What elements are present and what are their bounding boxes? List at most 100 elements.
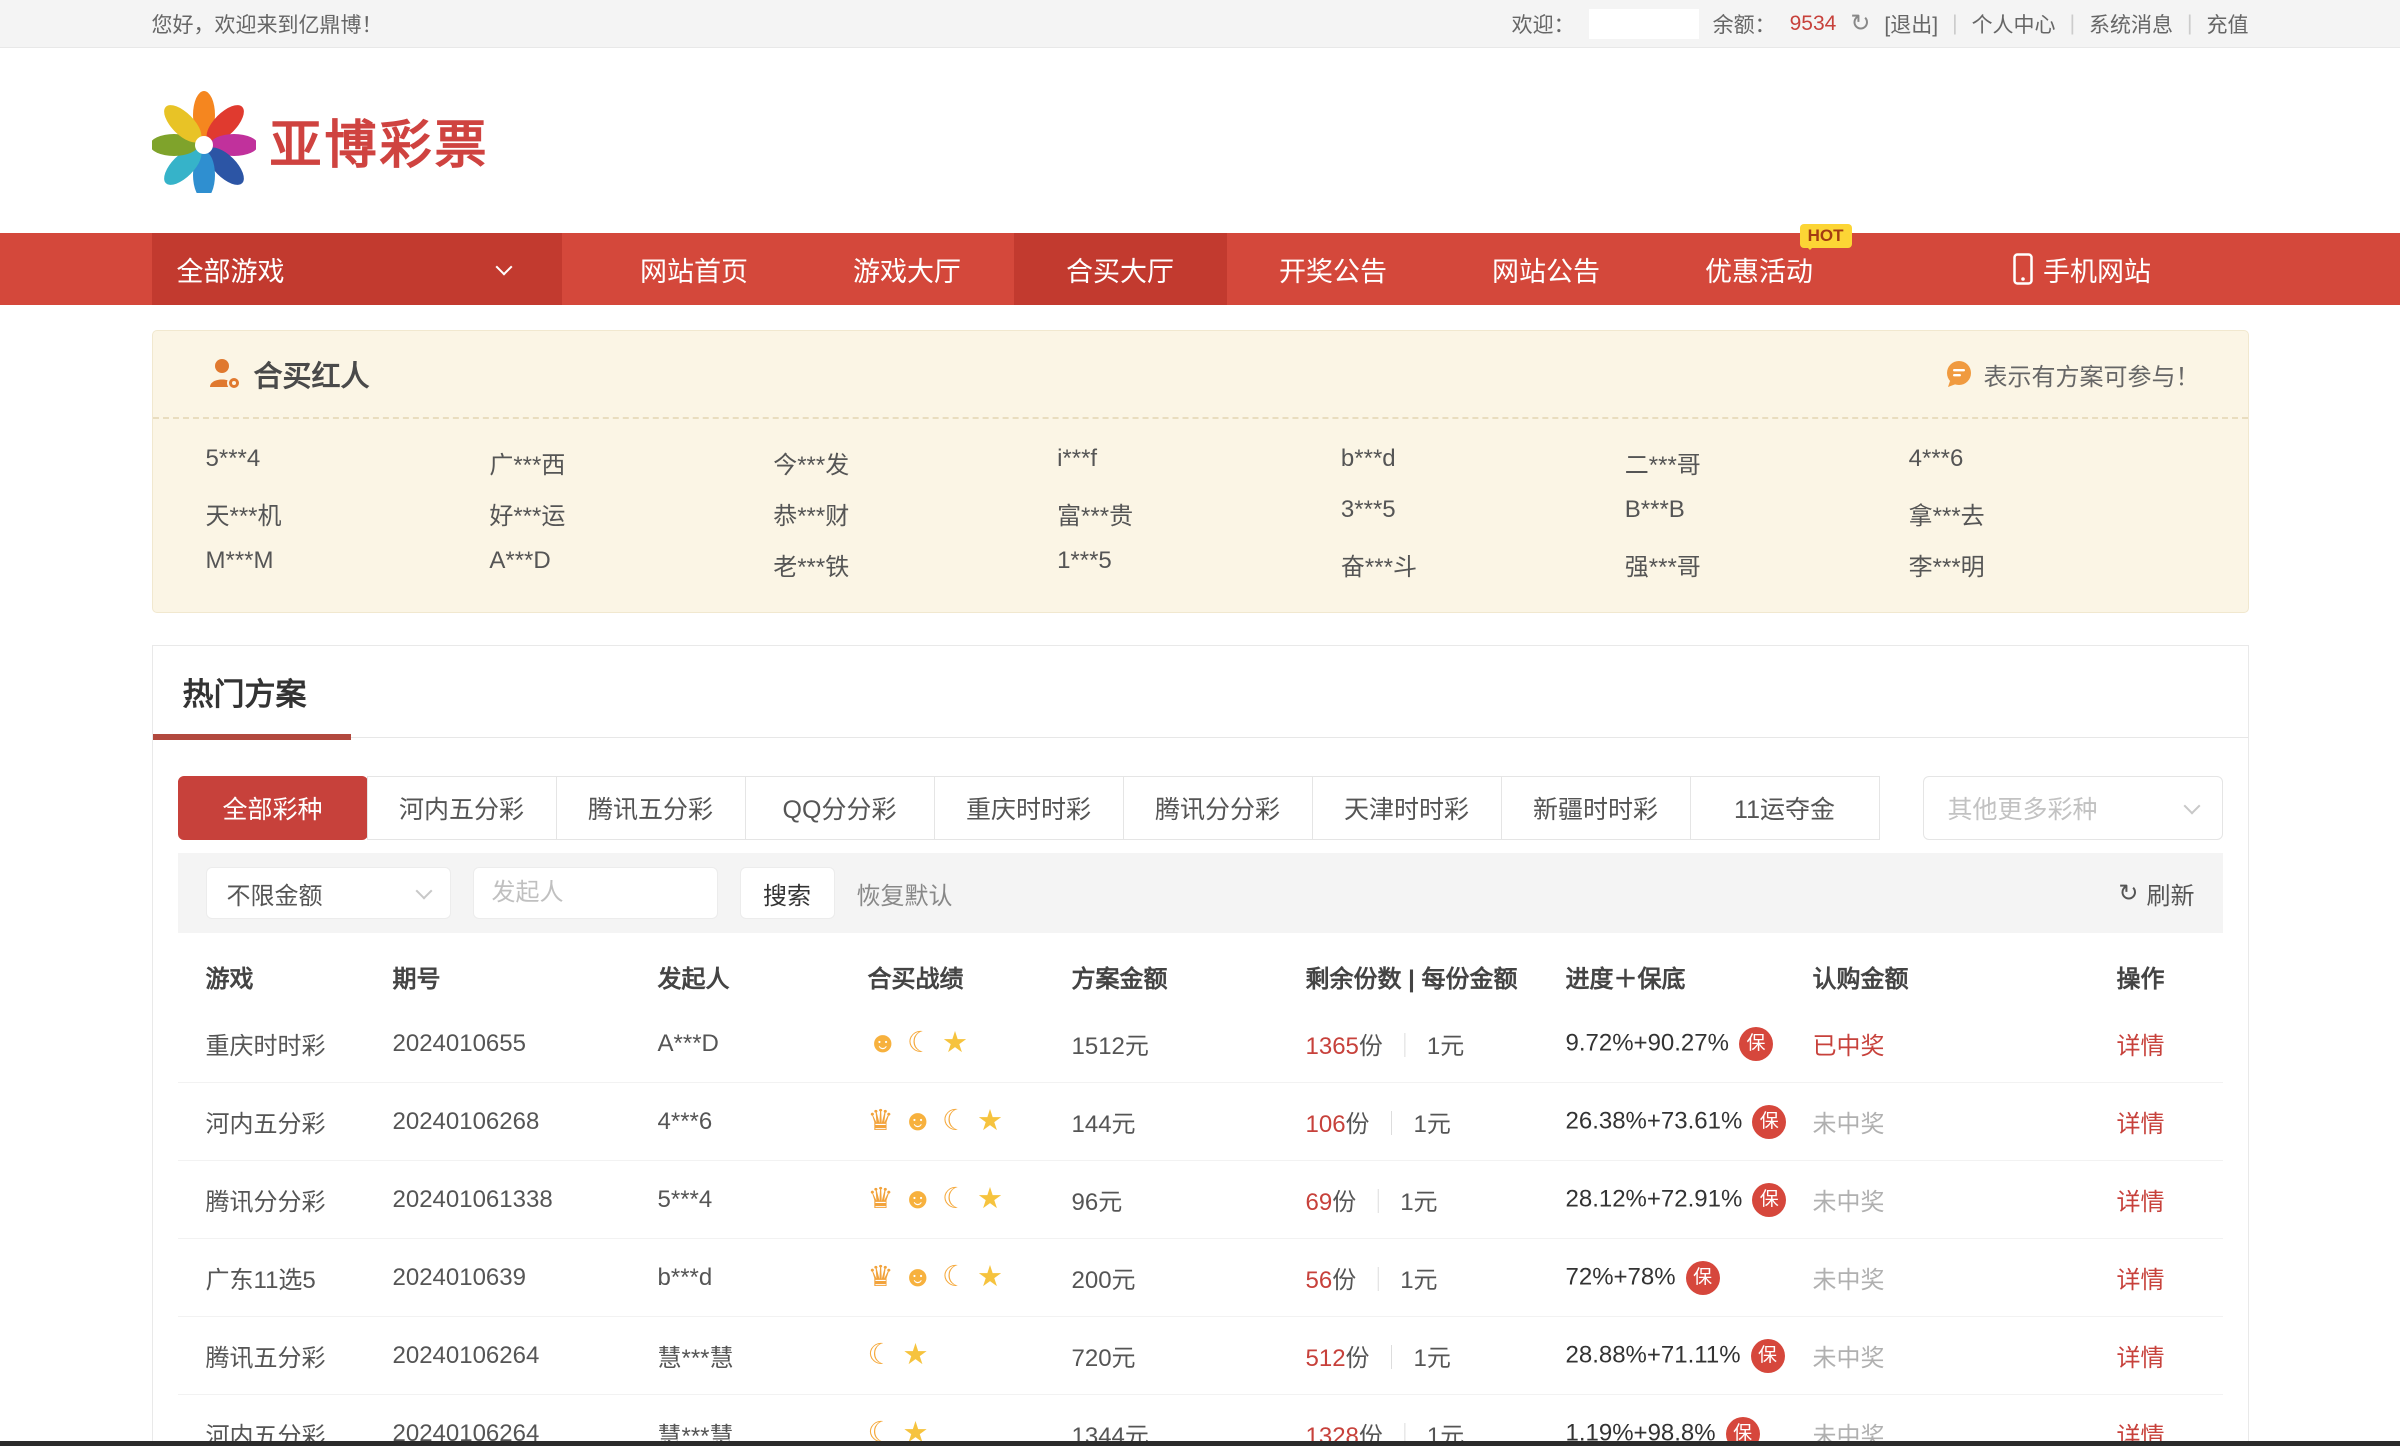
shares-cell: 69份｜1元: [1306, 1182, 1566, 1217]
nav-item-优惠活动[interactable]: 优惠活动HOT: [1653, 233, 1866, 305]
balance-value: 9534: [1790, 12, 1837, 36]
cobuy-user[interactable]: 5***4: [206, 445, 490, 480]
record-badges: ☻☾★: [868, 1029, 1072, 1058]
moon-badge-icon: ☾: [942, 1263, 968, 1292]
welcome-username-box[interactable]: [1589, 9, 1699, 39]
site-logo[interactable]: 亚博彩票: [152, 89, 490, 193]
cobuy-user[interactable]: 李***明: [1909, 547, 2193, 582]
purchase-status-cell: 未中奖: [1813, 1104, 2068, 1139]
tab-全部彩种[interactable]: 全部彩种: [178, 776, 368, 840]
cobuy-user[interactable]: 奋***斗: [1341, 547, 1625, 582]
cobuy-user[interactable]: M***M: [206, 547, 490, 582]
cobuy-user-grid: 5***4广***西今***发i***fb***d二***哥4***6 天***机…: [153, 419, 2248, 612]
cobuy-user[interactable]: 4***6: [1909, 445, 2193, 480]
nav-item-label: 优惠活动: [1705, 250, 1813, 289]
tab-天津时时彩[interactable]: 天津时时彩: [1312, 776, 1502, 840]
progress-cell: 28.88%+71.11%保: [1566, 1339, 1813, 1373]
divider: |: [2187, 12, 2192, 36]
system-messages-link[interactable]: 系统消息: [2089, 9, 2173, 39]
star-badge-icon: ★: [977, 1107, 1003, 1136]
cobuy-user[interactable]: 3***5: [1341, 496, 1625, 531]
column-header: 方案金额: [1072, 959, 1306, 994]
cobuy-user[interactable]: 恭***财: [773, 496, 1057, 531]
game-cell: 河内五分彩: [178, 1104, 393, 1139]
issue-cell: 20240106264: [393, 1342, 658, 1370]
more-lotteries-select[interactable]: 其他更多彩种: [1923, 776, 2223, 840]
nav-item-开奖公告[interactable]: 开奖公告: [1227, 233, 1440, 305]
nav-item-网站公告[interactable]: 网站公告: [1440, 233, 1653, 305]
detail-link[interactable]: 详情: [2117, 1033, 2165, 1060]
greeting-text: 您好，欢迎来到亿鼎博！: [152, 9, 383, 39]
amount-cell: 144元: [1072, 1104, 1306, 1139]
search-button[interactable]: 搜索: [740, 867, 835, 919]
table-header: 游戏期号发起人合买战绩方案金额剩余份数 | 每份金额进度＋保底认购金额操作: [178, 947, 2223, 1005]
game-cell: 重庆时时彩: [178, 1026, 393, 1061]
divider: |: [2070, 12, 2075, 36]
chevron-down-icon: [415, 882, 432, 899]
chevron-down-icon: [495, 258, 512, 275]
amount-filter-select[interactable]: 不限金额: [206, 867, 451, 919]
cobuy-user[interactable]: 1***5: [1057, 547, 1341, 582]
cobuy-user[interactable]: 老***铁: [773, 547, 1057, 582]
crown-badge-icon: ♛: [868, 1107, 894, 1136]
progress-cell: 9.72%+90.27%保: [1566, 1027, 1813, 1061]
all-games-dropdown[interactable]: 全部游戏: [152, 233, 562, 305]
moon-badge-icon: ☾: [942, 1185, 968, 1214]
tab-重庆时时彩[interactable]: 重庆时时彩: [934, 776, 1124, 840]
cobuy-note: 表示有方案可参与！: [1984, 357, 2200, 392]
cobuy-user[interactable]: 富***贵: [1057, 496, 1341, 531]
smiley-badge-icon: ☻: [868, 1029, 899, 1058]
nav-item-手机网站[interactable]: 手机网站: [1976, 233, 2189, 305]
cobuy-user[interactable]: 拿***去: [1909, 496, 2193, 531]
detail-link[interactable]: 详情: [2117, 1267, 2165, 1294]
tab-腾讯分分彩[interactable]: 腾讯分分彩: [1123, 776, 1313, 840]
tab-腾讯五分彩[interactable]: 腾讯五分彩: [556, 776, 746, 840]
cobuy-user[interactable]: 好***运: [489, 496, 773, 531]
tab-新疆时时彩[interactable]: 新疆时时彩: [1501, 776, 1691, 840]
guarantee-badge: 保: [1739, 1027, 1773, 1061]
detail-link[interactable]: 详情: [2117, 1111, 2165, 1138]
nav-item-网站首页[interactable]: 网站首页: [588, 233, 801, 305]
purchase-status-cell: 未中奖: [1813, 1182, 2068, 1217]
user-center-link[interactable]: 个人中心: [1972, 9, 2056, 39]
initiator-cell: b***d: [658, 1264, 868, 1292]
main-nav: 全部游戏 网站首页游戏大厅 合买大厅 开奖公告 网站公告优惠活动HOT 手机网站: [0, 233, 2400, 305]
nav-item-label: 合买大厅: [1066, 250, 1174, 289]
cobuy-user[interactable]: 今***发: [773, 445, 1057, 480]
refresh-label: 刷新: [2147, 876, 2195, 911]
smiley-badge-icon: ☻: [903, 1107, 934, 1136]
nav-item-合买大厅[interactable]: 合买大厅: [1014, 233, 1227, 305]
recharge-link[interactable]: 充值: [2207, 9, 2249, 39]
table-row: 河内五分彩20240106264慧***慧☾★1344元1328份｜1元1.19…: [178, 1395, 2223, 1446]
column-header: 剩余份数 | 每份金额: [1306, 959, 1566, 994]
refresh-button[interactable]: ↻ 刷新: [2118, 876, 2194, 911]
cobuy-user[interactable]: B***B: [1625, 496, 1909, 531]
filter-bar: 不限金额 搜索 恢复默认 ↻ 刷新: [178, 853, 2223, 933]
tab-河内五分彩[interactable]: 河内五分彩: [367, 776, 557, 840]
cobuy-user[interactable]: b***d: [1341, 445, 1625, 480]
detail-link[interactable]: 详情: [2117, 1345, 2165, 1372]
cobuy-panel: 合买红人 表示有方案可参与！ 5***4广***西今***发i***fb***d…: [152, 330, 2249, 613]
detail-link[interactable]: 详情: [2117, 1189, 2165, 1216]
table-row: 腾讯五分彩20240106264慧***慧☾★720元512份｜1元28.88%…: [178, 1317, 2223, 1395]
cobuy-user[interactable]: 二***哥: [1625, 445, 1909, 480]
logout-link[interactable]: [退出]: [1884, 9, 1938, 39]
cobuy-user[interactable]: 强***哥: [1625, 547, 1909, 582]
nav-item-游戏大厅[interactable]: 游戏大厅: [801, 233, 1014, 305]
chevron-down-icon: [2183, 797, 2200, 814]
initiator-search-input[interactable]: [473, 867, 718, 919]
amount-cell: 720元: [1072, 1338, 1306, 1373]
balance-refresh-icon[interactable]: ↻: [1850, 9, 1870, 38]
nav-item-label: 开奖公告: [1279, 250, 1387, 289]
cobuy-user[interactable]: i***f: [1057, 445, 1341, 480]
cobuy-user[interactable]: 广***西: [489, 445, 773, 480]
reset-defaults-link[interactable]: 恢复默认: [857, 876, 953, 911]
tab-QQ分分彩[interactable]: QQ分分彩: [745, 776, 935, 840]
cobuy-user[interactable]: 天***机: [206, 496, 490, 531]
game-cell: 广东11选5: [178, 1260, 393, 1295]
tab-11运夺金[interactable]: 11运夺金: [1690, 776, 1880, 840]
hot-plans-title: 热门方案: [183, 669, 307, 714]
column-header: 期号: [393, 959, 658, 994]
crown-badge-icon: ♛: [868, 1263, 894, 1292]
cobuy-user[interactable]: A***D: [489, 547, 773, 582]
